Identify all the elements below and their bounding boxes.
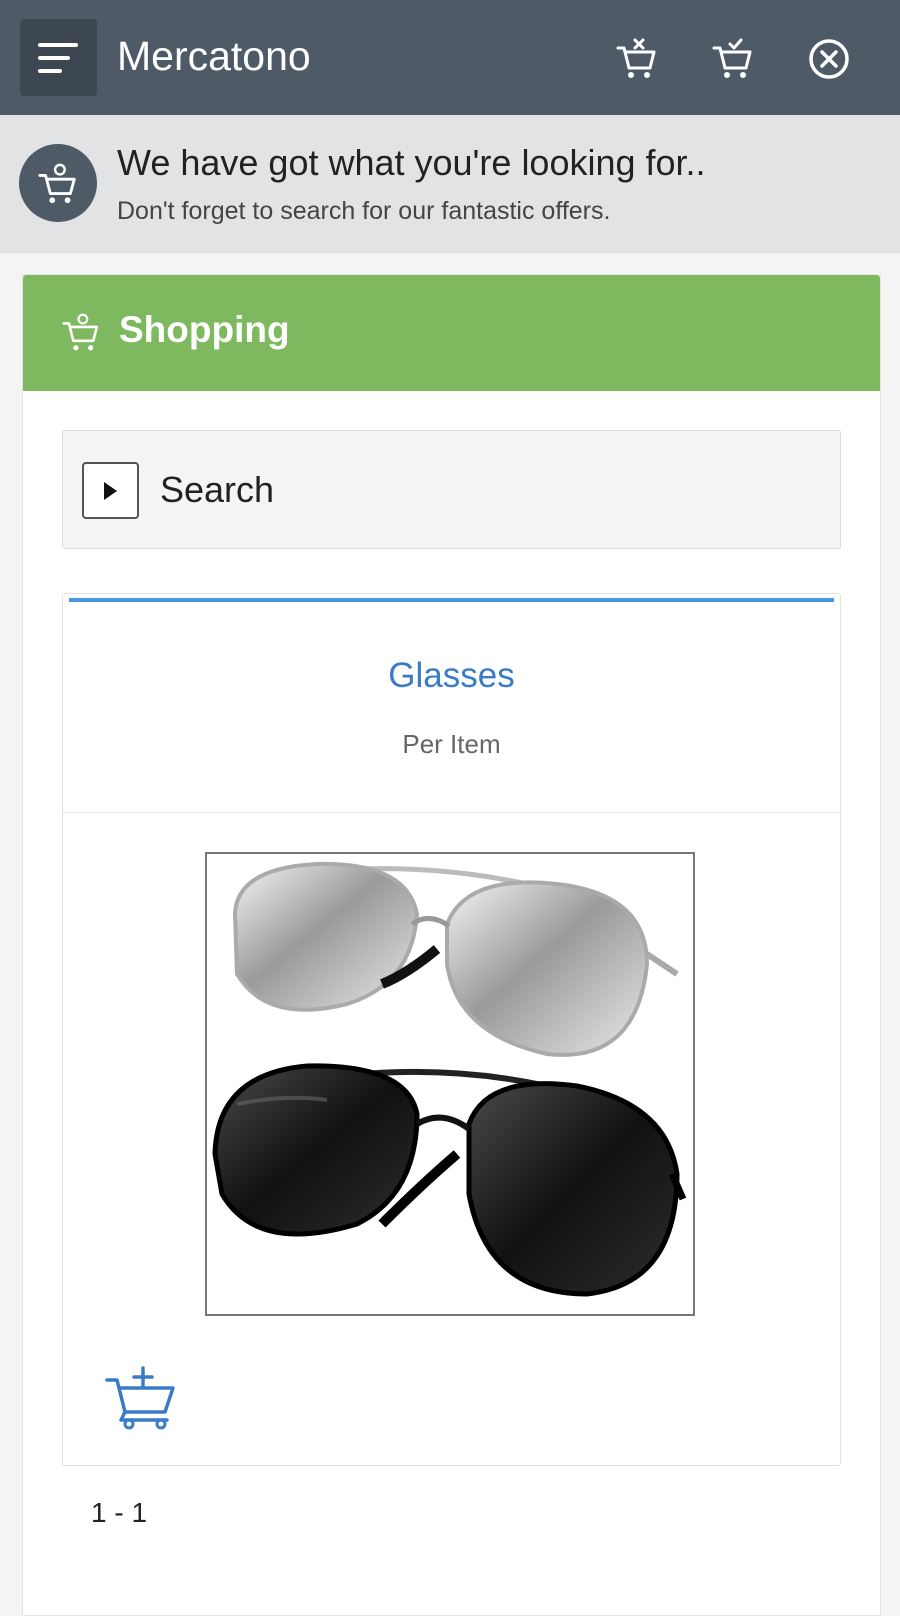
cart-remove-icon[interactable] [614, 36, 660, 82]
sunglasses-image [212, 861, 687, 1297]
product-image[interactable] [205, 852, 695, 1316]
banner-title: We have got what you're looking for.. [117, 142, 706, 183]
section-title: Shopping [119, 309, 290, 350]
search-label: Search [160, 469, 275, 510]
product-unit: Per Item [402, 729, 501, 759]
shopping-cart-icon [62, 313, 99, 351]
product-card: Glasses Per Item [62, 593, 841, 1466]
banner-avatar [19, 144, 97, 222]
product-name[interactable]: Glasses [63, 656, 840, 696]
divider [63, 812, 840, 813]
info-banner: We have got what you're looking for.. Do… [0, 115, 900, 253]
shopping-card: Shopping Search Glasses Per Item 1 - 1 [22, 274, 881, 1616]
pagination-range: 1 - 1 [91, 1497, 148, 1528]
cart-check-icon[interactable] [710, 36, 756, 82]
search-toggle[interactable]: Search [62, 430, 841, 549]
banner-subtitle: Don't forget to search for our fantastic… [117, 197, 611, 225]
accent-line [69, 598, 834, 602]
app-title: Mercatono [117, 33, 311, 79]
shopping-header: Shopping [23, 275, 880, 391]
expand-button[interactable] [82, 462, 139, 519]
menu-button[interactable] [20, 19, 97, 96]
add-to-cart-icon[interactable] [105, 1366, 177, 1430]
shopping-cart-icon [38, 163, 76, 204]
close-circle-icon[interactable] [806, 36, 852, 82]
menu-icon [38, 43, 78, 73]
top-app-bar: Mercatono [0, 0, 900, 115]
play-icon [104, 482, 117, 500]
